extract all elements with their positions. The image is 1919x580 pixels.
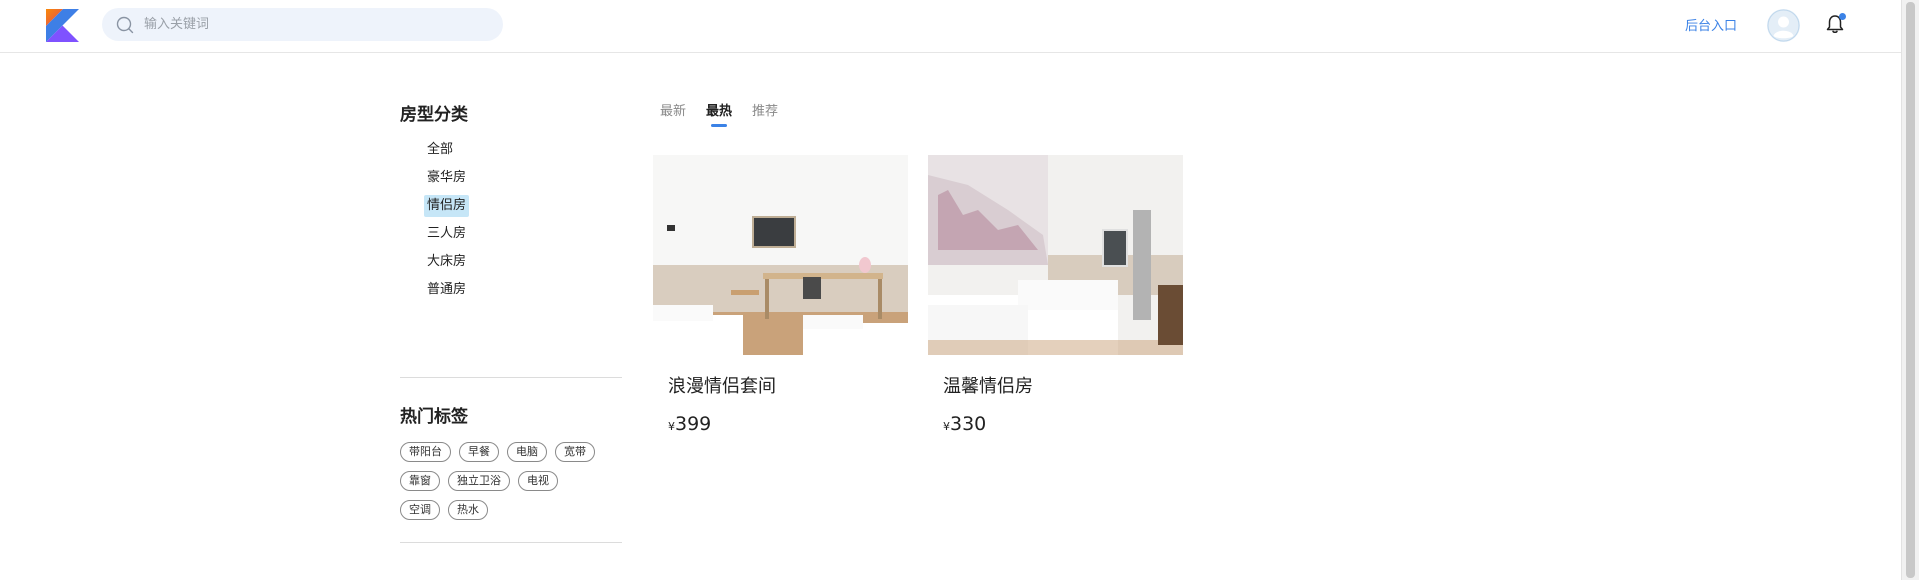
hot-tags: 带阳台 早餐 电脑 宽带 靠窗 独立卫浴 电视 空调 热水 xyxy=(400,442,622,529)
tag-breakfast[interactable]: 早餐 xyxy=(459,442,499,462)
tag-tv[interactable]: 电视 xyxy=(518,471,558,491)
hot-tags-title: 热门标签 xyxy=(400,407,468,427)
avatar[interactable] xyxy=(1767,9,1800,42)
tab-recommended[interactable]: 推荐 xyxy=(752,100,778,128)
sidebar: 房型分类 全部 豪华房 情侣房 三人房 大床房 普通房 xyxy=(400,100,622,307)
room-name[interactable]: 温馨情侣房 xyxy=(943,372,1183,397)
scrollbar-thumb[interactable] xyxy=(1906,2,1915,578)
tag-row: 靠窗 独立卫浴 电视 xyxy=(400,471,622,491)
room-price: ¥399 xyxy=(668,413,908,435)
currency-symbol: ¥ xyxy=(668,420,675,433)
price-value: 399 xyxy=(675,413,712,435)
room-name[interactable]: 浪漫情侣套间 xyxy=(668,372,908,397)
room-price: ¥330 xyxy=(943,413,1183,435)
vertical-scrollbar[interactable] xyxy=(1901,0,1919,580)
sort-tabs: 最新 最热 推荐 xyxy=(660,100,778,128)
tag-computer[interactable]: 电脑 xyxy=(507,442,547,462)
tag-broadband[interactable]: 宽带 xyxy=(555,442,595,462)
search-input[interactable] xyxy=(142,16,486,33)
room-photo[interactable] xyxy=(928,155,1183,355)
category-item-deluxe[interactable]: 豪华房 xyxy=(424,167,469,189)
tab-hottest[interactable]: 最热 xyxy=(706,100,732,128)
sidebar-divider xyxy=(400,542,622,543)
category-list: 全部 豪华房 情侣房 三人房 大床房 普通房 xyxy=(424,139,622,301)
admin-entry-link[interactable]: 后台入口 xyxy=(1685,15,1737,34)
notifications-button[interactable] xyxy=(1824,13,1846,35)
tag-window[interactable]: 靠窗 xyxy=(400,471,440,491)
kotlin-logo[interactable] xyxy=(46,9,79,42)
tag-row: 空调 热水 xyxy=(400,500,622,520)
tab-newest[interactable]: 最新 xyxy=(660,100,686,128)
category-item-all[interactable]: 全部 xyxy=(424,139,456,161)
search-bar[interactable] xyxy=(102,8,503,41)
tag-hot-water[interactable]: 热水 xyxy=(448,500,488,520)
sidebar-divider xyxy=(400,377,622,378)
category-item-king[interactable]: 大床房 xyxy=(424,251,469,273)
price-value: 330 xyxy=(950,413,987,435)
room-card[interactable]: 浪漫情侣套间 ¥399 xyxy=(653,155,908,435)
user-icon xyxy=(1767,9,1800,42)
tag-balcony[interactable]: 带阳台 xyxy=(400,442,451,462)
category-item-triple[interactable]: 三人房 xyxy=(424,223,469,245)
room-card[interactable]: 温馨情侣房 ¥330 xyxy=(928,155,1183,435)
category-item-standard[interactable]: 普通房 xyxy=(424,279,469,301)
currency-symbol: ¥ xyxy=(943,420,950,433)
tag-air-conditioning[interactable]: 空调 xyxy=(400,500,440,520)
top-header: 后台入口 xyxy=(0,0,1902,53)
category-title: 房型分类 xyxy=(400,105,468,125)
tag-private-bathroom[interactable]: 独立卫浴 xyxy=(448,471,510,491)
room-photo[interactable] xyxy=(653,155,908,355)
search-icon xyxy=(116,16,134,33)
notification-badge xyxy=(1839,13,1846,20)
tag-row: 带阳台 早餐 电脑 宽带 xyxy=(400,442,622,462)
category-item-couple[interactable]: 情侣房 xyxy=(424,195,470,217)
